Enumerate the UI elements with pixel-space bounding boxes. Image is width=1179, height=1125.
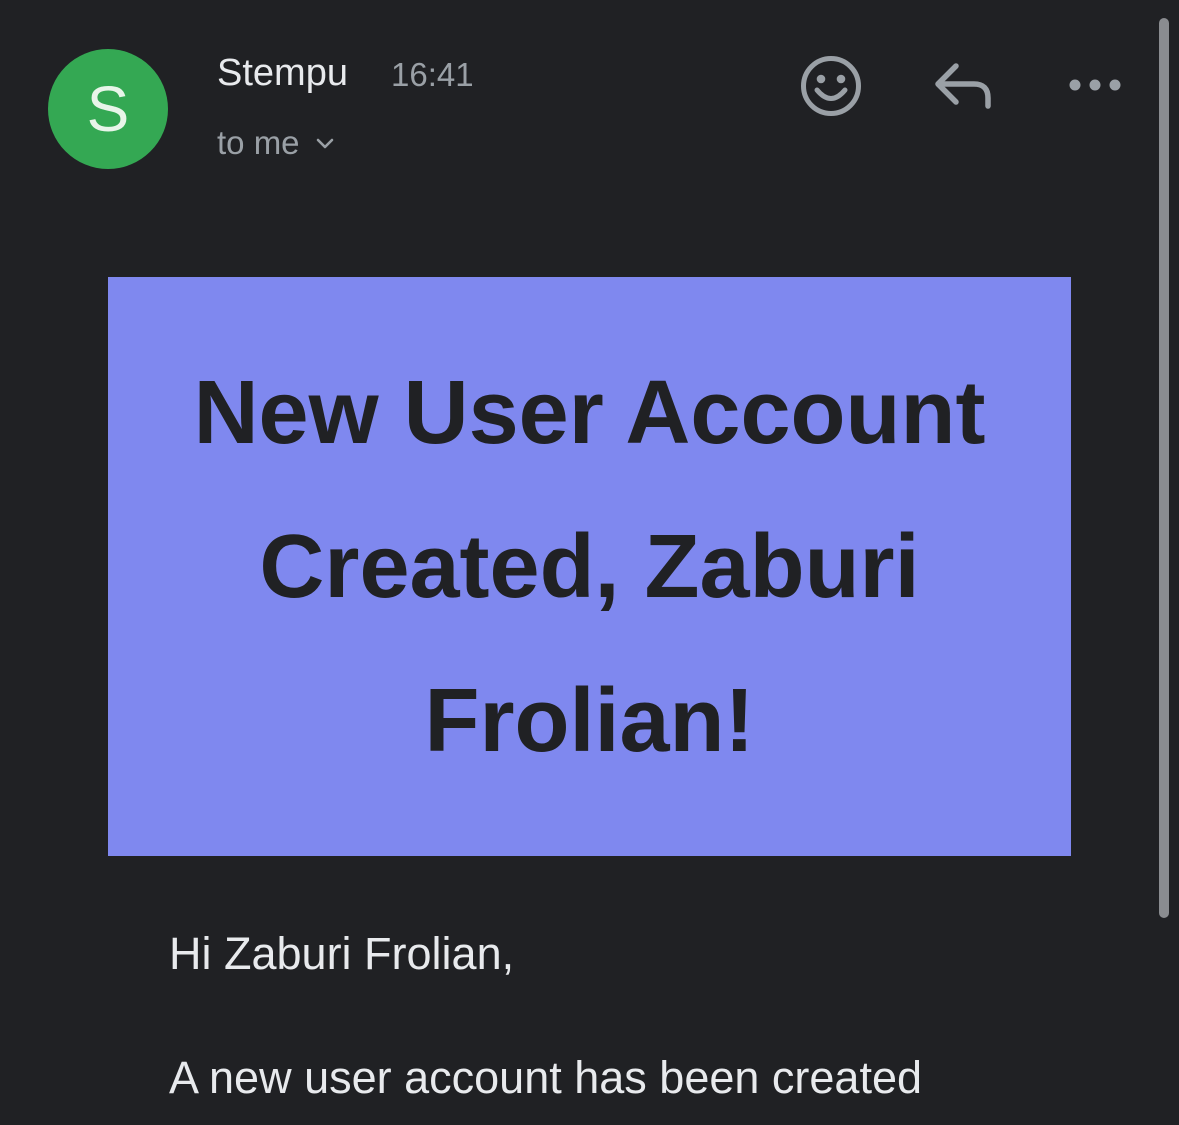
email-banner: New User Account Created, Zaburi Frolian… [108,277,1071,856]
add-reaction-button[interactable] [798,53,864,119]
email-paragraph: A new user account has been created [169,1052,923,1103]
sender-name[interactable]: Stempu [217,52,348,95]
avatar[interactable]: S [48,49,168,169]
recipient-details-toggle[interactable]: to me [217,124,336,162]
reply-button[interactable] [930,58,996,114]
banner-title: New User Account Created, Zaburi Frolian… [193,362,986,771]
email-greeting: Hi Zaburi Frolian, [169,928,515,979]
more-horizontal-icon [1069,79,1121,91]
timestamp: 16:41 [391,56,474,93]
smiley-icon [801,56,861,116]
recipient-label: to me [217,124,300,161]
reply-icon [935,63,991,109]
avatar-letter: S [86,73,130,145]
more-options-button[interactable] [1064,66,1126,104]
scrollbar[interactable] [1159,18,1169,918]
email-view: S Stempu 16:41 to me New User Account Cr… [0,0,1179,1125]
chevron-down-icon [316,138,333,149]
